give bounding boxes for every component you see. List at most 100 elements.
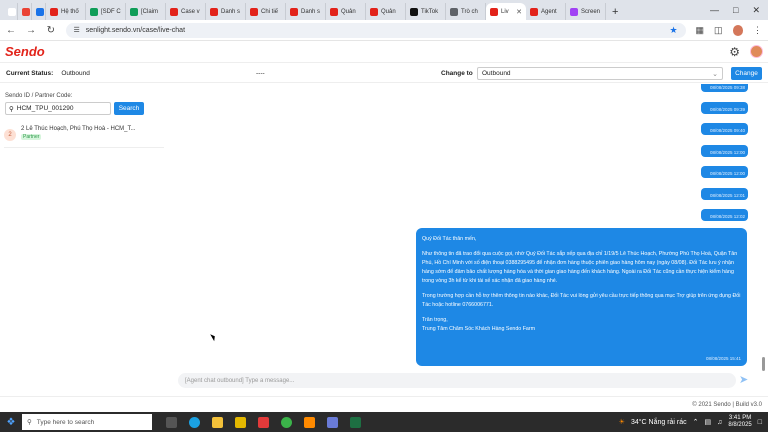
task-view-icon[interactable]	[166, 416, 177, 428]
minimize-icon[interactable]: —	[710, 5, 719, 15]
taskbar-search[interactable]: ⚲ Type here to search	[22, 414, 152, 430]
browser-tab[interactable]: Case v	[166, 3, 206, 20]
tab-label: [SDF C	[101, 8, 121, 15]
tab-label: [Claim	[141, 8, 159, 15]
back-icon[interactable]: ←	[6, 25, 16, 36]
tab-favicon-icon	[8, 7, 16, 16]
browser-tab[interactable]: Agent	[526, 3, 566, 20]
volume-icon[interactable]: ♫	[717, 419, 722, 426]
browser-tab[interactable]: Chi tiế	[246, 3, 286, 20]
tab-favicon-icon	[570, 7, 578, 16]
app-footer: © 2021 Sendo | Build v3.0	[0, 396, 768, 412]
browser-tab[interactable]: TikTok	[406, 3, 446, 20]
maximize-icon[interactable]: □	[733, 5, 738, 15]
tab-label: Case v	[181, 8, 200, 15]
file-explorer-icon[interactable]	[212, 416, 223, 428]
browser-tab[interactable]: [SDF C	[86, 3, 126, 20]
tab-label: Screen	[581, 8, 601, 15]
current-status-value: Outbound	[61, 69, 90, 77]
clock-time: 3:41 PM	[728, 415, 752, 421]
tab-favicon-icon	[450, 7, 458, 16]
status-select[interactable]: Outbound ⌄	[477, 67, 723, 80]
tab-label: Danh s	[221, 8, 241, 15]
app-icon[interactable]	[258, 416, 269, 428]
partner-badge: Partner	[21, 134, 42, 140]
message-time: 08/08/2025 12:00	[709, 171, 745, 176]
notifications-icon[interactable]: □	[758, 419, 762, 426]
browser-tab[interactable]	[4, 3, 18, 20]
tab-favicon-icon	[36, 7, 44, 16]
left-panel: Sendo ID / Partner Code: ⚲ HCM_TPU_00129…	[0, 84, 168, 394]
sticky-notes-icon[interactable]	[235, 416, 246, 428]
sendo-id-label: Sendo ID / Partner Code:	[5, 93, 73, 99]
tab-favicon-icon	[90, 7, 98, 16]
excel-icon[interactable]	[350, 416, 361, 428]
forward-icon[interactable]: →	[26, 25, 36, 36]
sidebar-icon[interactable]: ◫	[714, 25, 723, 36]
browser-tab[interactable]	[18, 3, 32, 20]
browser-tab[interactable]: Quản	[326, 3, 366, 20]
window-controls: — □ ✕	[710, 0, 768, 20]
status-select-value: Outbound	[482, 70, 511, 77]
address-bar[interactable]: ☰ senlight.sendo.vn/case/live-chat ★	[65, 22, 686, 38]
windows-taskbar: ❖ ⚲ Type here to search ☀ 34°C Nắng rải …	[0, 412, 768, 432]
browser-tab[interactable]: [Claim	[126, 3, 166, 20]
menu-icon[interactable]: ⋮	[753, 25, 762, 36]
tab-favicon-icon	[130, 7, 138, 16]
browser-tab[interactable]: Hệ thố	[46, 3, 86, 20]
browser-tab[interactable]: Danh s	[206, 3, 246, 20]
reload-icon[interactable]: ↻	[46, 25, 56, 36]
contact-list-item[interactable]: 2 2 Lê Thúc Hoạch, Phú Thọ Hoà - HCM_T..…	[4, 122, 164, 148]
profile-avatar[interactable]	[732, 24, 743, 36]
new-tab-button[interactable]: +	[606, 3, 624, 20]
browser-tab[interactable]: Liv ✕	[486, 3, 526, 20]
windows-start-icon[interactable]: ❖	[0, 412, 22, 432]
chat-message-bubble: 08/08/2025 09:38	[701, 84, 748, 92]
taskbar-search-placeholder: Type here to search	[36, 418, 95, 426]
tab-favicon-icon	[330, 7, 338, 16]
chrome-icon[interactable]	[281, 416, 292, 428]
taskbar-clock[interactable]: 3:41 PM 8/8/2025	[728, 415, 751, 429]
sendo-logo[interactable]: Sendo	[5, 44, 45, 59]
tab-favicon-icon	[210, 7, 218, 16]
search-button[interactable]: Search	[114, 102, 144, 115]
status-middle-text: ----	[256, 69, 265, 77]
send-icon[interactable]: ➤	[739, 373, 748, 386]
message-time: 08/08/2025 12:01	[709, 192, 745, 198]
gear-icon[interactable]: ⚙	[729, 45, 740, 59]
extensions-icon[interactable]: ▦	[696, 25, 705, 36]
browser-tab[interactable]	[32, 3, 46, 20]
browser-tab-bar: Hệ thố [SDF C [Claim Case v Danh s Chi tiế Dan…	[0, 0, 768, 20]
clock-date: 8/8/2025	[728, 422, 752, 428]
status-bar: Current Status: Outbound ---- Change to …	[0, 64, 768, 83]
message-time: 08/08/2025 12:00	[709, 149, 745, 155]
close-window-icon[interactable]: ✕	[752, 5, 760, 16]
contact-avatar: 2	[4, 129, 16, 141]
site-info-icon[interactable]: ☰	[74, 26, 80, 34]
tab-close-icon[interactable]: ✕	[516, 8, 522, 16]
tab-label: Liv	[501, 8, 509, 15]
tray-chevron-icon[interactable]: ⌃	[693, 418, 699, 426]
sendo-id-input[interactable]: ⚲ HCM_TPU_001290	[5, 102, 111, 115]
current-status-label: Current Status:	[6, 69, 54, 77]
message-greeting: Quý Đối Tác thân mến,	[422, 236, 477, 242]
weather-text[interactable]: 34°C Nắng rải rác	[631, 419, 687, 426]
user-avatar[interactable]	[750, 45, 763, 58]
browser-tab[interactable]: Trò ch	[446, 3, 486, 20]
chat-message-bubble: 08/08/2025 12:02	[701, 209, 748, 221]
browser-tab[interactable]: Quản	[366, 3, 406, 20]
tab-label: Trò ch	[461, 8, 478, 15]
chat-scrollbar[interactable]	[762, 357, 765, 371]
browser-tab[interactable]: Screen	[566, 3, 606, 20]
message-input[interactable]: [Agent chat outbound] Type a message...	[178, 373, 736, 388]
bookmark-star-icon[interactable]: ★	[669, 25, 677, 36]
tab-label: Danh s	[301, 8, 321, 15]
edge-icon[interactable]	[189, 416, 200, 428]
network-icon[interactable]: ▤	[705, 418, 712, 426]
change-button[interactable]: Change	[731, 67, 762, 80]
app-icon[interactable]	[327, 416, 338, 428]
chat-message-bubble: 08/08/2025 12:01	[701, 187, 748, 200]
browser-tab[interactable]: Danh s	[286, 3, 326, 20]
tab-favicon-icon	[250, 7, 258, 16]
app-icon[interactable]	[304, 416, 315, 428]
